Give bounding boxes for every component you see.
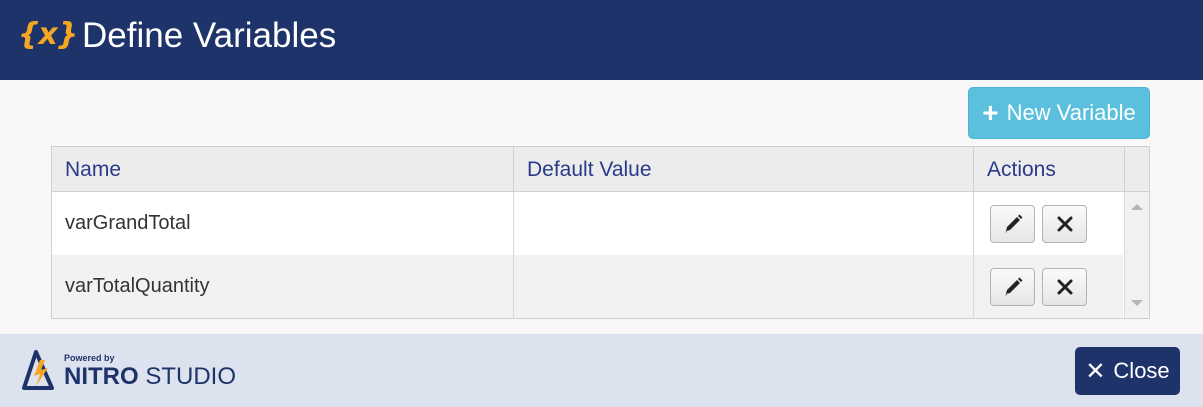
column-header-actions: Actions: [973, 147, 1124, 192]
delete-button[interactable]: [1042, 267, 1087, 306]
close-button[interactable]: ✕ Close: [1075, 347, 1180, 395]
powered-by-text: Powered by: [64, 353, 115, 363]
actions-cell: [973, 192, 1123, 255]
table-row[interactable]: varGrandTotal: [52, 192, 1123, 255]
edit-button[interactable]: [990, 267, 1035, 306]
close-x-icon: ✕: [1085, 357, 1106, 385]
delete-button[interactable]: [1042, 204, 1087, 243]
dialog-header: {x} Define Variables: [0, 0, 1203, 80]
new-variable-button[interactable]: + New Variable: [968, 87, 1150, 139]
edit-button[interactable]: [990, 204, 1035, 243]
pencil-icon: [1005, 277, 1022, 295]
delete-x-icon: [1057, 216, 1072, 231]
scroll-down-arrow-icon[interactable]: [1131, 300, 1143, 306]
nitro-logo-icon: [22, 350, 54, 390]
brand-name: NITRO STUDIO: [64, 363, 236, 391]
new-variable-label: New Variable: [1006, 100, 1136, 125]
vertical-scrollbar[interactable]: [1124, 192, 1149, 318]
close-button-label: Close: [1113, 358, 1170, 383]
variables-table: Name Default Value Actions varGrandTotal…: [51, 146, 1150, 319]
default-value-cell[interactable]: [513, 192, 973, 255]
plus-icon: +: [982, 97, 999, 128]
brand-name-bold: NITRO: [64, 363, 139, 390]
column-header-name[interactable]: Name: [52, 147, 513, 192]
column-header-scroll-spacer: [1124, 147, 1149, 192]
table-header: Name Default Value Actions: [52, 147, 1149, 192]
brand-name-rest: STUDIO: [145, 363, 237, 390]
variable-name-cell[interactable]: varGrandTotal: [52, 192, 513, 255]
default-value-cell[interactable]: [513, 255, 973, 318]
variable-icon: {x}: [18, 17, 78, 52]
column-header-default-value[interactable]: Default Value: [513, 147, 973, 192]
nitro-studio-brand: Powered by NITRO STUDIO: [22, 350, 262, 392]
pencil-icon: [1005, 214, 1022, 232]
dialog-title: Define Variables: [82, 16, 337, 55]
variable-name-cell[interactable]: varTotalQuantity: [52, 255, 513, 318]
table-row[interactable]: varTotalQuantity: [52, 255, 1123, 318]
scroll-up-arrow-icon[interactable]: [1131, 204, 1143, 210]
delete-x-icon: [1057, 279, 1072, 294]
actions-cell: [973, 255, 1123, 318]
